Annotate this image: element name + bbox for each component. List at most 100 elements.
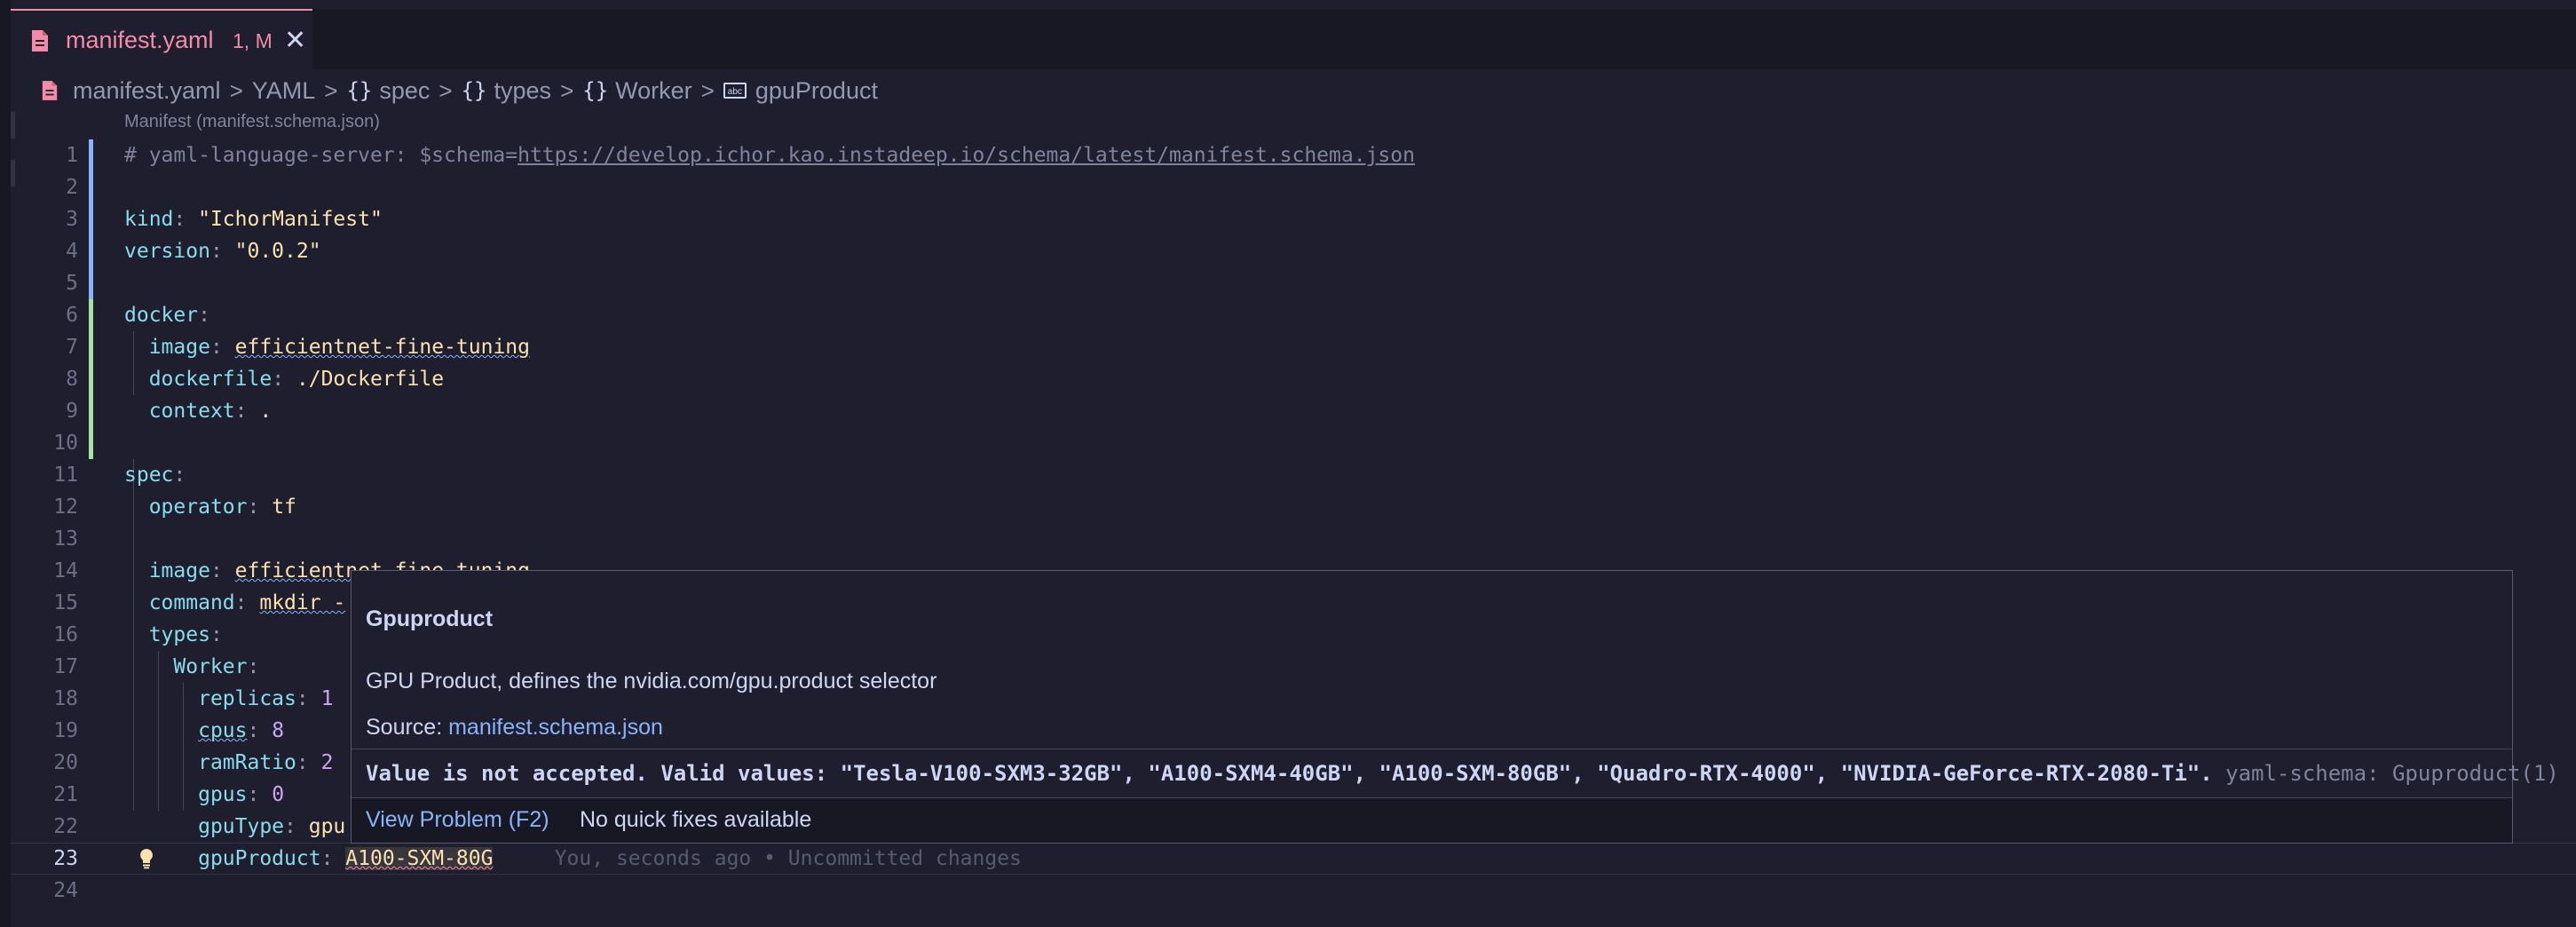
gutter-marker (11, 112, 15, 139)
hover-source-link[interactable]: manifest.schema.json (448, 715, 663, 740)
breadcrumb-types-label: types (494, 76, 552, 104)
chevron-right-icon: > (439, 76, 453, 104)
tab-status-badge: 1, M (233, 29, 273, 52)
yaml-value: 2 (320, 751, 334, 774)
schema-link[interactable]: https://develop.ichor.kao.instadeep.io/s… (518, 144, 1415, 167)
code-line-12[interactable]: 12 operator: tf (11, 491, 2576, 523)
code-line-9[interactable]: 9 context: . (11, 395, 2576, 427)
code-line-11[interactable]: 11 spec: (11, 459, 2576, 491)
code-line-5[interactable]: 5 (11, 267, 2576, 299)
yaml-file-icon (32, 30, 48, 52)
git-modified-marker (89, 203, 93, 235)
hover-status-bar: View Problem (F2) No quick fixes availab… (352, 798, 2512, 843)
line-number: 13 (53, 527, 78, 551)
line-number: 6 (66, 304, 78, 327)
breadcrumb-gpuproduct-label: gpuProduct (755, 76, 878, 104)
breadcrumb-file[interactable]: manifest.yaml (41, 77, 221, 105)
git-added-marker (89, 331, 93, 363)
yaml-value: "IchorManifest" (198, 208, 383, 231)
problem-text: Value is not accepted. Valid values: "Te… (366, 761, 2213, 786)
line-number: 7 (66, 336, 78, 359)
yaml-key: image (148, 559, 210, 582)
line-number: 19 (53, 719, 78, 742)
chevron-right-icon: > (324, 76, 338, 104)
code-line-10[interactable]: 10 (11, 427, 2576, 459)
code-line-8[interactable]: 8 dockerfile: ./Dockerfile (11, 363, 2576, 395)
hover-source-label: Source: (366, 715, 449, 740)
breadcrumb-gpuproduct[interactable]: abc gpuProduct (723, 77, 878, 105)
git-added-marker (89, 395, 93, 427)
yaml-value: tf (272, 495, 296, 519)
line-number: 2 (66, 176, 78, 199)
code-line-1[interactable]: 1 # yaml-language-server: $schema=https:… (11, 139, 2576, 171)
breadcrumb: manifest.yaml > YAML > {} spec > {} type… (41, 73, 878, 108)
code-line-2[interactable]: 2 (11, 171, 2576, 203)
line-number: 9 (66, 400, 78, 423)
yaml-value: gpu (308, 815, 346, 838)
chevron-right-icon: > (560, 76, 574, 104)
no-quick-fixes-label: No quick fixes available (580, 807, 812, 832)
code-line-3[interactable]: 3 kind: "IchorManifest" (11, 203, 2576, 235)
yaml-key: version (124, 240, 210, 263)
yaml-key: gpuProduct (198, 847, 321, 870)
yaml-value: 0 (272, 783, 285, 806)
yaml-key: ramRatio (198, 751, 296, 774)
yaml-value: mkdir - (259, 591, 346, 614)
yaml-value: efficientnet-fine-tuning (234, 336, 530, 359)
git-modified-marker (89, 171, 93, 203)
code-line-6[interactable]: 6 docker: (11, 299, 2576, 331)
line-number: 16 (53, 623, 78, 646)
yaml-key: types (148, 623, 210, 646)
git-blame-annotation: You, seconds ago • Uncommitted changes (554, 847, 1022, 870)
line-number: 18 (53, 687, 78, 710)
chevron-right-icon: > (229, 76, 243, 104)
line-number: 8 (66, 368, 78, 391)
line-number: 14 (53, 559, 78, 582)
code-line-24[interactable]: 24 (11, 875, 2576, 907)
line-number: 11 (53, 464, 78, 487)
activity-strip (0, 0, 11, 927)
yaml-key: cpus (198, 719, 248, 742)
code-line-23[interactable]: 23 gpuProduct: A100-SXM-80G You, seconds… (11, 843, 2576, 875)
yaml-key: command (148, 591, 235, 614)
code-line-13[interactable]: 13 (11, 523, 2576, 555)
invalid-yaml-value: A100-SXM-80G (345, 847, 494, 870)
chevron-right-icon: > (700, 76, 715, 104)
breadcrumb-spec[interactable]: {} spec (346, 77, 430, 105)
breadcrumb-worker[interactable]: {} Worker (582, 77, 691, 105)
line-number: 5 (66, 272, 78, 295)
git-added-marker (89, 363, 93, 395)
yaml-key: replicas (198, 687, 296, 710)
code-line-7[interactable]: 7 image: efficientnet-fine-tuning (11, 331, 2576, 363)
yaml-value: 8 (272, 719, 285, 742)
comment: # yaml-language-server: $schema= (124, 144, 518, 167)
yaml-file-icon (42, 81, 58, 100)
code-line-4[interactable]: 4 version: "0.0.2" (11, 235, 2576, 267)
line-number: 15 (53, 591, 78, 614)
line-number: 3 (66, 208, 78, 231)
breadcrumb-yaml[interactable]: YAML (252, 77, 316, 105)
git-added-marker (89, 299, 93, 331)
yaml-key: operator (148, 495, 248, 519)
tab-title: manifest.yaml (66, 27, 214, 53)
line-number: 21 (53, 783, 78, 806)
yaml-key: gpus (198, 783, 248, 806)
yaml-key: context (148, 400, 235, 423)
hover-source: Source: manifest.schema.json (366, 715, 663, 741)
tab-manifest-yaml[interactable]: manifest.yaml 1, M ✕ (11, 9, 312, 69)
close-icon[interactable]: ✕ (284, 25, 306, 56)
breadcrumb-spec-label: spec (379, 76, 431, 104)
breadcrumb-file-label: manifest.yaml (73, 76, 221, 104)
schema-codelens[interactable]: Manifest (manifest.schema.json) (124, 112, 380, 132)
yaml-value: "0.0.2" (234, 240, 321, 263)
view-problem-link[interactable]: View Problem (F2) (366, 807, 549, 833)
line-number: 12 (53, 495, 78, 519)
line-number: 17 (53, 655, 78, 678)
object-icon: {} (461, 78, 487, 103)
yaml-key: image (148, 336, 210, 359)
line-number: 23 (53, 847, 78, 870)
breadcrumb-types[interactable]: {} types (462, 77, 551, 105)
yaml-key: dockerfile (148, 368, 273, 391)
yaml-key: Worker (173, 655, 248, 678)
hover-title: Gpuproduct (366, 606, 494, 631)
